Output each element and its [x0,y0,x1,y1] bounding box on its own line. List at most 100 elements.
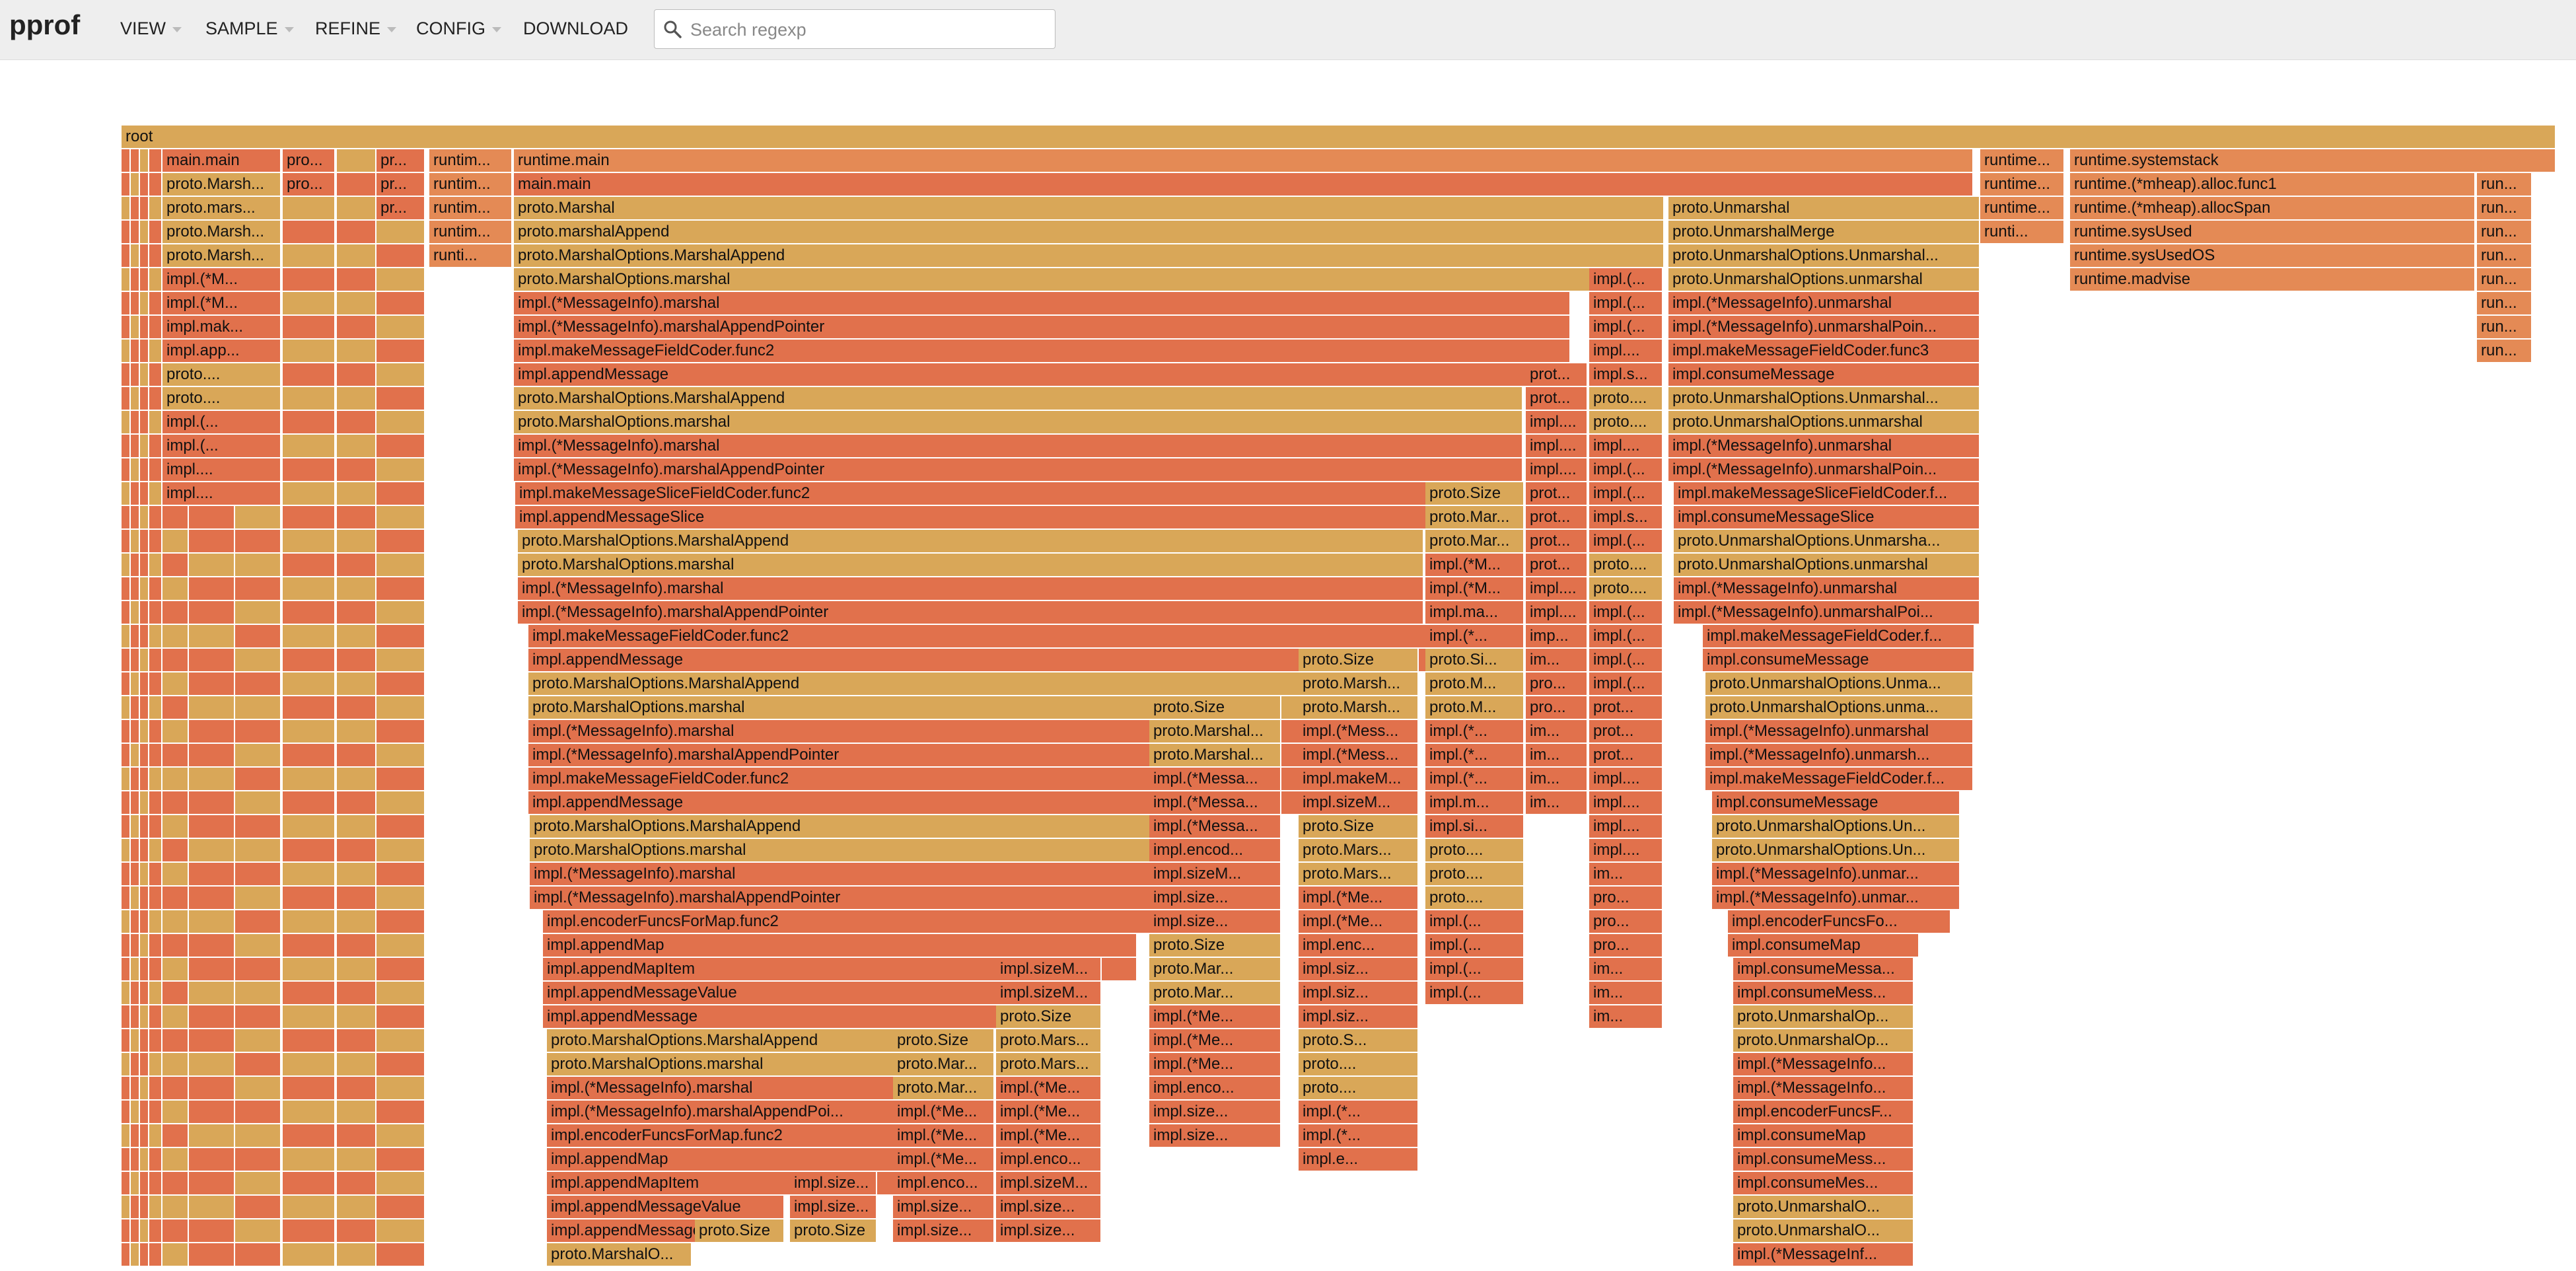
flame-frame-sliver[interactable] [189,839,235,863]
flame-frame-sliver[interactable] [337,1101,376,1124]
flame-frame-sliver[interactable] [376,1053,425,1077]
flame-frame-sliver[interactable] [131,363,140,387]
flame-frame-unmarshal[interactable]: proto.UnmarshalMerge [1668,221,1980,244]
flame-frame-sliver[interactable] [283,934,336,958]
flame-frame-sliver[interactable] [162,1077,189,1101]
flame-frame-mid[interactable]: impl.size... [1149,1124,1281,1148]
flame-frame-sliver[interactable] [283,458,336,482]
flame-frame-mid[interactable]: impl.(*Me... [1149,1029,1281,1053]
flame-frame-unmarshal[interactable]: impl.(*MessageInfo).unmar... [1712,887,1960,910]
search-input[interactable] [689,10,1048,50]
flame-frame-mid[interactable]: im... [1589,982,1663,1005]
flame-frame-sliver[interactable] [337,1053,376,1077]
flame-frame-sliver[interactable] [189,1172,235,1196]
flame-frame-sliver[interactable] [149,982,162,1005]
flame-frame-mid[interactable]: impl.enco... [1149,1077,1281,1101]
flame-frame-sliver[interactable] [337,316,376,340]
flame-frame-mid[interactable]: impl.(... [1589,316,1663,340]
flame-frame-mid[interactable]: proto.... [1589,387,1663,411]
flame-frame-mid[interactable]: impl.(... [1425,934,1524,958]
flame-frame-unmarshal[interactable]: impl.consumeMessage [1703,649,1975,672]
flame-frame-mid[interactable]: impl.(*Me... [1149,1053,1281,1077]
flame-frame-mid[interactable]: impl.(... [1589,672,1663,696]
flame-frame-sliver[interactable] [162,720,189,744]
flame-frame-sliver[interactable] [162,1101,189,1124]
flame-frame-sliver[interactable] [376,649,425,672]
flame-frame-sliver[interactable] [131,221,140,244]
flame-frame-mid[interactable]: proto.Mars... [1299,863,1419,887]
flame-frame-sliver[interactable] [376,1005,425,1029]
flame-frame-sliver[interactable] [337,506,376,530]
flame-frame-sliver[interactable] [149,649,162,672]
flame-frame-unmarshal[interactable]: impl.(*MessageInfo).unmarshalPoi... [1674,601,1980,625]
flame-frame-sliver[interactable] [337,1196,376,1219]
flame-frame-sliver[interactable] [189,1243,235,1267]
flame-frame-sliver[interactable] [337,649,376,672]
flame-frame-sliver[interactable] [122,1243,131,1267]
flame-frame-sliver[interactable] [162,601,189,625]
flame-frame-sliver[interactable] [283,435,336,458]
flame-frame-sliver[interactable] [162,649,189,672]
flame-frame-sliver[interactable] [149,411,162,435]
flame-frame-sliver[interactable] [122,387,131,411]
flame-frame-mid[interactable]: proto.Si... [1425,649,1524,672]
flame-frame-unmarshal[interactable]: impl.(*MessageInfo).unmarshal [1668,292,1980,316]
flame-frame-sliver[interactable] [235,649,281,672]
flame-frame-sliver[interactable] [235,1219,281,1243]
flame-frame-sliver[interactable] [235,1243,281,1267]
flame-frame-unmarshal[interactable]: proto.UnmarshalOptions.Unma... [1705,672,1974,696]
flame-frame-main[interactable]: proto.MarshalOptions.marshal [514,411,1523,435]
flame-frame-sliver[interactable] [149,1219,162,1243]
flame-frame-sliver[interactable] [162,1219,189,1243]
flame-frame-sliver[interactable] [235,577,281,601]
flame-frame-sliver[interactable] [140,839,149,863]
flame-frame-mid[interactable]: proto.... [1299,1053,1419,1077]
flame-frame-sliver[interactable] [140,1124,149,1148]
flame-frame-sliver[interactable] [189,815,235,839]
flame-frame-sliver[interactable] [235,1077,281,1101]
flame-frame-sliver[interactable] [337,197,376,221]
flame-frame-sliver[interactable] [283,363,336,387]
flame-frame-mid[interactable]: impl.(*... [1425,744,1524,768]
flame-frame-sliver[interactable] [149,744,162,768]
flame-frame-sliver[interactable] [149,1053,162,1077]
flame-frame-mid[interactable]: proto.Mar... [1425,530,1524,554]
flame-frame-sliver[interactable] [283,672,336,696]
flame-frame-sliver[interactable] [376,744,425,768]
flame-frame-sliver[interactable] [122,1148,131,1172]
flame-frame-runtime[interactable]: run... [2477,316,2532,340]
flame-frame-sliver[interactable] [376,815,425,839]
flame-frame-sliver[interactable] [131,910,140,934]
flame-frame-sliver[interactable] [283,387,336,411]
flame-frame-sliver[interactable] [140,1243,149,1267]
flame-frame-sliver[interactable] [189,791,235,815]
flame-frame-mid[interactable]: impl.size... [1149,910,1281,934]
flame-frame-mid[interactable]: proto.Mar... [1149,958,1281,982]
flame-frame-sliver[interactable] [376,221,425,244]
flame-frame-sliver[interactable] [376,530,425,554]
flame-frame-sliver[interactable] [189,1101,235,1124]
flame-frame-sliver[interactable] [122,221,131,244]
flame-frame-sliver[interactable] [235,768,281,791]
flame-frame-sliver[interactable] [149,958,162,982]
flame-frame-unmarshal[interactable]: impl.makeMessageFieldCoder.f... [1703,625,1975,649]
flame-frame-sliver[interactable] [140,934,149,958]
flame-frame-sliver[interactable] [337,744,376,768]
flame-frame-sliver[interactable] [149,672,162,696]
flame-frame-deep[interactable]: impl.enco... [996,1148,1102,1172]
flame-frame-sliver[interactable] [131,672,140,696]
flame-frame-unmarshal[interactable]: impl.consumeMap [1728,934,1919,958]
flame-frame-sliver[interactable] [131,506,140,530]
flame-frame-mid[interactable]: impl.s... [1589,506,1663,530]
flame-frame-sliver[interactable] [337,173,376,197]
flame-frame-sliver[interactable] [162,958,189,982]
flame-frame-sliver[interactable] [149,458,162,482]
flame-frame-mid[interactable]: proto.Marshal... [1149,720,1281,744]
flame-frame-sliver[interactable] [140,625,149,649]
flame-frame-sliver[interactable] [122,744,131,768]
flame-frame-sliver[interactable] [140,720,149,744]
flame-frame-sliver[interactable] [376,982,425,1005]
flame-frame-deep[interactable]: impl.sizeM... [996,958,1102,982]
flame-frame-sliver[interactable] [131,982,140,1005]
flame-frame-sliver[interactable] [235,839,281,863]
